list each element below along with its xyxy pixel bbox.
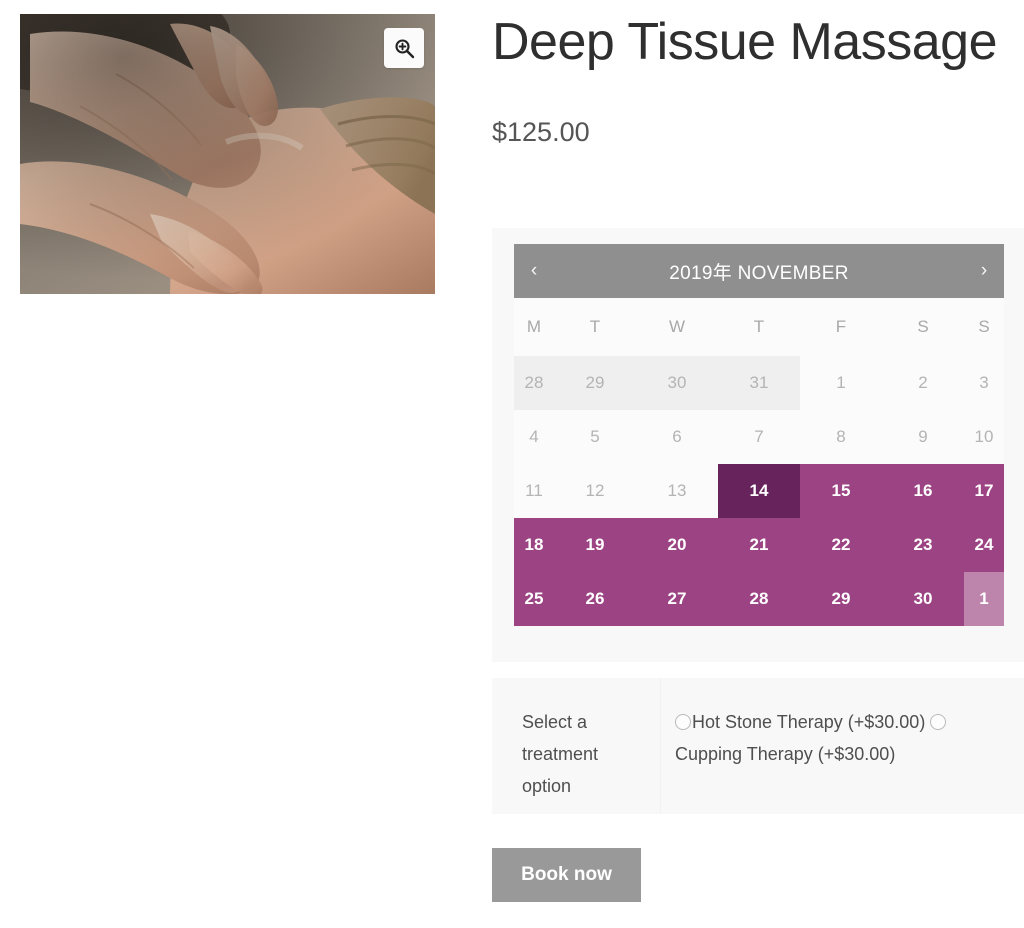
calendar-day-cell[interactable]: 21 xyxy=(718,518,800,572)
calendar-day-cell: 4 xyxy=(514,410,554,464)
treatment-option-label-0[interactable]: Hot Stone Therapy (+$30.00) xyxy=(692,712,930,732)
calendar-weekday-6: S xyxy=(964,298,1004,356)
calendar-week-row: 28 29 30 31 1 2 3 xyxy=(514,356,1004,410)
calendar-day-cell: 10 xyxy=(964,410,1004,464)
treatment-options-group[interactable]: Hot Stone Therapy (+$30.00) Cupping Ther… xyxy=(661,678,1024,770)
calendar-day-cell: 6 xyxy=(636,410,718,464)
booking-calendar-panel: ‹ 2019年 NOVEMBER › MTWTFSS 28 29 30 31 1 2 3 4 5… xyxy=(492,228,1024,662)
treatment-options-label: Select a treatment option xyxy=(522,712,599,796)
calendar-day-cell[interactable]: 26 xyxy=(554,572,636,626)
product-gallery xyxy=(20,14,435,294)
zoom-in-icon xyxy=(394,38,414,58)
calendar-body: 28 29 30 31 1 2 3 4 5 6 7 8 9 10 11 12 13 14 15 16 17 18 19 20 2… xyxy=(514,356,1004,626)
calendar-day-cell[interactable]: 14 xyxy=(718,464,800,518)
calendar-weekday-row: MTWTFSS xyxy=(514,298,1004,356)
calendar-day-cell: 30 xyxy=(636,356,718,410)
calendar-weekday-4: F xyxy=(800,298,882,356)
calendar-day-cell: 12 xyxy=(554,464,636,518)
calendar-day-cell[interactable]: 24 xyxy=(964,518,1004,572)
treatment-option-radio-1[interactable] xyxy=(930,714,947,730)
calendar-day-cell[interactable]: 19 xyxy=(554,518,636,572)
calendar-month-title: 2019年 NOVEMBER xyxy=(669,262,849,284)
calendar-header: ‹ 2019年 NOVEMBER › xyxy=(514,244,1004,298)
calendar-week-row: 4 5 6 7 8 9 10 xyxy=(514,410,1004,464)
calendar-day-cell: 8 xyxy=(800,410,882,464)
calendar-day-cell[interactable]: 30 xyxy=(882,572,964,626)
calendar-day-cell: 9 xyxy=(882,410,964,464)
page-title: Deep Tissue Massage xyxy=(492,13,998,71)
calendar-day-cell[interactable]: 18 xyxy=(514,518,554,572)
calendar-weekday-5: S xyxy=(882,298,964,356)
calendar-day-cell[interactable]: 15 xyxy=(800,464,882,518)
treatment-option-label-1[interactable]: Cupping Therapy (+$30.00) xyxy=(675,744,895,764)
product-price: $125.00 xyxy=(492,117,590,148)
calendar-day-cell[interactable]: 1 xyxy=(964,572,1004,626)
calendar-next-month-button[interactable]: › xyxy=(964,244,1004,298)
product-booking-page: Deep Tissue Massage $125.00 ‹ 2019年 NOVE… xyxy=(0,0,1024,928)
calendar-day-cell: 11 xyxy=(514,464,554,518)
calendar-day-cell: 29 xyxy=(554,356,636,410)
zoom-in-button[interactable] xyxy=(384,28,424,68)
product-image[interactable] xyxy=(20,14,435,294)
book-now-button[interactable]: Book now xyxy=(492,848,641,902)
product-summary: Deep Tissue Massage $125.00 xyxy=(492,0,1006,146)
calendar-week-row: 25 26 27 28 29 30 1 xyxy=(514,572,1004,626)
calendar-day-cell: 1 xyxy=(800,356,882,410)
treatment-options-panel: Select a treatment option Hot Stone Ther… xyxy=(492,678,1024,814)
calendar-week-row: 18 19 20 21 22 23 24 xyxy=(514,518,1004,572)
calendar-weekday-3: T xyxy=(718,298,800,356)
calendar-day-cell: 28 xyxy=(514,356,554,410)
calendar-weekday-0: M xyxy=(514,298,554,356)
massage-photo-illustration xyxy=(20,14,435,294)
calendar-day-cell: 5 xyxy=(554,410,636,464)
calendar-day-cell: 3 xyxy=(964,356,1004,410)
calendar-day-cell[interactable]: 22 xyxy=(800,518,882,572)
calendar-weekday-1: T xyxy=(554,298,636,356)
calendar-day-cell[interactable]: 25 xyxy=(514,572,554,626)
calendar-week-row: 11 12 13 14 15 16 17 xyxy=(514,464,1004,518)
calendar-day-cell: 7 xyxy=(718,410,800,464)
calendar-day-cell[interactable]: 27 xyxy=(636,572,718,626)
calendar-prev-month-button[interactable]: ‹ xyxy=(514,244,554,298)
treatment-option-radio-0[interactable] xyxy=(675,714,691,730)
calendar-day-cell[interactable]: 20 xyxy=(636,518,718,572)
calendar-day-cell[interactable]: 16 xyxy=(882,464,964,518)
calendar-day-cell[interactable]: 29 xyxy=(800,572,882,626)
calendar-day-cell[interactable]: 17 xyxy=(964,464,1004,518)
calendar-day-cell[interactable]: 23 xyxy=(882,518,964,572)
booking-calendar: ‹ 2019年 NOVEMBER › MTWTFSS 28 29 30 31 1 2 3 4 5… xyxy=(514,244,1004,626)
calendar-day-cell[interactable]: 28 xyxy=(718,572,800,626)
calendar-weekday-2: W xyxy=(636,298,718,356)
calendar-day-cell: 13 xyxy=(636,464,718,518)
calendar-day-cell: 31 xyxy=(718,356,800,410)
calendar-day-cell: 2 xyxy=(882,356,964,410)
